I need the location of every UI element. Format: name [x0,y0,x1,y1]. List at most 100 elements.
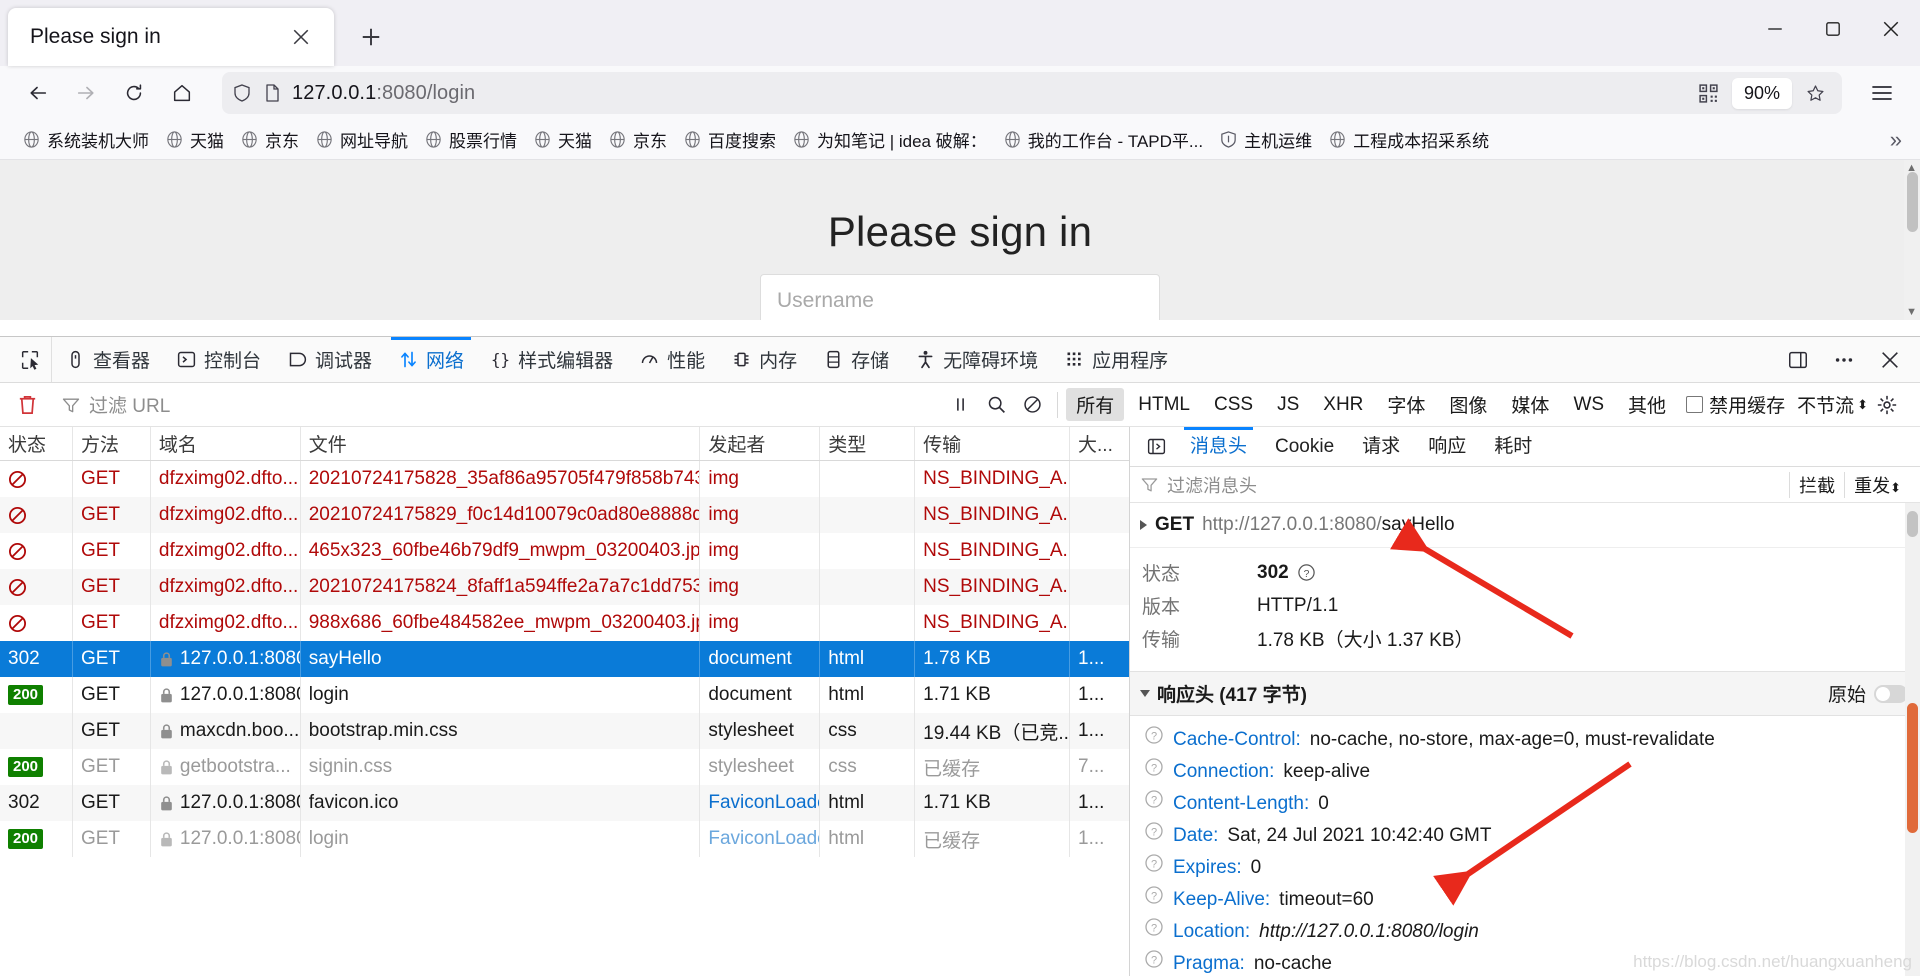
devtools-tab-3[interactable]: 网络 [385,337,477,382]
type-filter-7[interactable]: 媒体 [1501,388,1559,421]
column-header-transfer[interactable]: 传输 [915,427,1071,460]
devtools-tab-1[interactable]: 控制台 [163,337,274,382]
table-row[interactable]: GET dfzximg02.dfto... 20210724175824_8faff… [0,569,1129,605]
type-filter-9[interactable]: 其他 [1618,388,1676,421]
details-tab-1[interactable]: Cookie [1261,428,1348,466]
qr-code-icon[interactable] [1692,76,1726,110]
bookmark-item[interactable]: 工程成本招采系统 [1320,123,1497,156]
table-row[interactable]: 302 GET 127.0.0.1:8080 favicon.ico FaviconLo… [0,785,1129,821]
network-settings-gear-icon[interactable] [1870,388,1904,422]
help-icon[interactable]: ? [1144,853,1164,873]
column-header-method[interactable]: 方法 [73,427,151,460]
help-icon[interactable]: ? [1144,821,1164,841]
close-icon[interactable] [284,20,318,54]
table-row[interactable]: 200 GET getbootstra... signin.css stylesheet… [0,749,1129,785]
type-filter-2[interactable]: CSS [1204,391,1263,419]
type-filter-6[interactable]: 图像 [1439,388,1497,421]
bookmark-item[interactable]: 京东 [600,123,675,156]
help-icon[interactable]: ? [1144,917,1164,937]
headers-scrollbar[interactable] [1905,503,1920,976]
pause-icon[interactable] [943,388,977,422]
bookmark-item[interactable]: 网址导航 [307,123,416,156]
username-field[interactable]: Username [760,274,1160,320]
bookmark-item[interactable]: 天猫 [157,123,232,156]
column-header-file[interactable]: 文件 [301,427,701,460]
table-row[interactable]: 200 GET 127.0.0.1:8080loginFaviconLoader.j… [0,821,1129,857]
headers-filter-placeholder[interactable]: 过滤消息头 [1167,472,1257,498]
help-icon[interactable]: ? [1297,563,1316,582]
maximize-icon[interactable] [1804,0,1862,58]
help-icon[interactable]: ? [1144,725,1164,745]
column-header-type[interactable]: 类型 [820,427,916,460]
type-filter-1[interactable]: HTML [1128,391,1200,419]
column-header-status[interactable]: 状态 [0,427,73,460]
raw-toggle[interactable] [1874,684,1908,703]
new-tab-button[interactable] [348,14,394,60]
bookmark-item[interactable]: 京东 [232,123,307,156]
response-headers-section-header[interactable]: 响应头 (417 字节) 原始 [1130,671,1920,716]
table-row[interactable]: GET dfzximg02.dfto... 465x323_60fbe46b79df… [0,533,1129,569]
help-icon[interactable]: ? [1144,789,1164,809]
type-filter-3[interactable]: JS [1267,391,1309,419]
chevron-down-icon[interactable] [1140,690,1150,697]
checkbox-icon[interactable] [1686,396,1704,413]
zoom-level-badge[interactable]: 90% [1731,77,1792,109]
shield-icon[interactable] [232,83,252,103]
column-header-initiator[interactable]: 发起者 [700,427,821,460]
bookmarks-overflow-icon[interactable]: » [1882,127,1910,153]
search-icon[interactable] [979,388,1013,422]
table-row[interactable]: GET dfzximg02.dfto... 988x686_60fbe484582e… [0,605,1129,641]
devtools-more-icon[interactable] [1824,340,1864,380]
scrollbar-thumb-top[interactable] [1907,511,1918,537]
row-initiator[interactable]: FaviconLoader.j... [700,785,821,821]
column-header-size[interactable]: 大... [1070,427,1129,460]
table-row[interactable]: 200 GET 127.0.0.1:8080 login document html 1.7… [0,677,1129,713]
table-row[interactable]: GET dfzximg02.dfto... 20210724175829_f0c14… [0,497,1129,533]
details-tab-2[interactable]: 请求 [1348,428,1414,466]
help-icon[interactable]: ? [1144,757,1164,777]
back-icon[interactable] [16,71,60,115]
table-row[interactable]: GET maxcdn.boo... bootstrap.min.css stylesh… [0,713,1129,749]
element-picker-icon[interactable] [8,337,52,382]
clear-requests-icon[interactable] [8,386,46,424]
bookmark-star-icon[interactable] [1798,76,1832,110]
devtools-tab-8[interactable]: 无障碍环境 [902,337,1051,382]
disable-cache-checkbox[interactable]: 禁用缓存 [1686,391,1785,418]
details-tab-0[interactable]: 消息头 [1176,426,1261,466]
column-header-domain[interactable]: 域名 [151,427,301,460]
devtools-tab-9[interactable]: 应用程序 [1051,337,1181,382]
devtools-close-icon[interactable] [1870,340,1910,380]
minimize-icon[interactable] [1746,0,1804,58]
reload-icon[interactable] [112,71,156,115]
type-filter-4[interactable]: XHR [1313,391,1373,419]
block-button[interactable]: 拦截 [1789,471,1844,498]
bookmark-item[interactable]: 百度搜索 [675,123,784,156]
devtools-tab-6[interactable]: 内存 [718,337,810,382]
forward-icon[interactable] [64,71,108,115]
bookmark-item[interactable]: 为知笔记 | idea 破解： [784,123,995,156]
devtools-tab-0[interactable]: 查看器 [52,337,163,382]
expand-pane-icon[interactable] [1136,428,1176,466]
devtools-tab-2[interactable]: 调试器 [274,337,385,382]
help-icon[interactable]: ? [1144,885,1164,905]
bookmark-item[interactable]: 股票行情 [416,123,525,156]
details-tab-4[interactable]: 耗时 [1480,428,1546,466]
scrollbar-thumb[interactable] [1907,172,1918,232]
app-menu-icon[interactable] [1860,71,1904,115]
table-row[interactable]: 302 GET 127.0.0.1:8080 sayHello document html… [0,641,1129,677]
type-filter-0[interactable]: 所有 [1066,388,1125,421]
type-filter-8[interactable]: WS [1563,391,1614,419]
home-icon[interactable] [160,71,204,115]
page-scrollbar[interactable]: ▲ ▼ [1904,160,1920,320]
browser-tab[interactable]: Please sign in [8,8,334,66]
request-url-row[interactable]: GET http://127.0.0.1:8080/sayHello [1130,503,1920,548]
chevron-right-icon[interactable] [1140,520,1147,530]
details-tab-3[interactable]: 响应 [1414,428,1480,466]
resend-button[interactable]: 重发⬍ [1844,471,1910,498]
scroll-down-icon[interactable]: ▼ [1906,306,1917,318]
close-window-icon[interactable] [1862,0,1920,58]
url-bar[interactable]: 127.0.0.1:8080/login 90% [222,72,1842,114]
filter-url-input[interactable]: 过滤 URL [52,389,652,421]
devtools-tab-5[interactable]: 性能 [626,337,718,382]
table-row[interactable]: GET dfzximg02.dfto... 20210724175828_35af8… [0,461,1129,497]
